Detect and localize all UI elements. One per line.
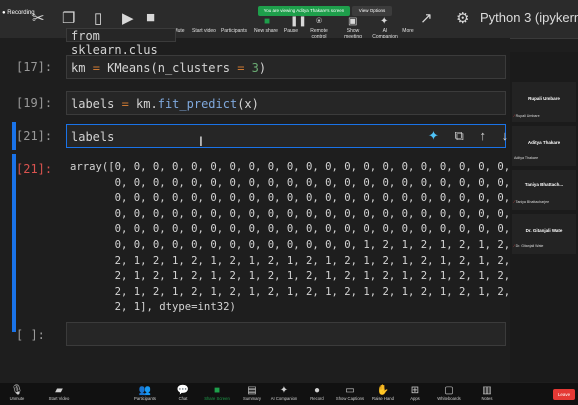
cell-prompt: [17]: xyxy=(16,60,53,74)
output-collapse-bar[interactable] xyxy=(12,154,16,332)
mic-off-icon: ⁄ xyxy=(514,244,515,248)
output-prompt: [21]: xyxy=(16,162,53,176)
raise-hand-icon: ✋ xyxy=(376,385,390,396)
duplicate-cell-icon[interactable]: ⧉ xyxy=(455,128,464,143)
video-off-icon: ▰ xyxy=(55,385,63,396)
text-cursor-icon: I xyxy=(199,133,203,149)
cell-prompt: [21]: xyxy=(16,129,53,143)
chat-button[interactable]: 💬 Chat xyxy=(172,385,194,401)
share-banner: You are viewing Aditya Thakare's screen xyxy=(258,6,350,16)
gear-icon[interactable]: ⚙ xyxy=(456,9,469,27)
cell-output: array([0, 0, 0, 0, 0, 0, 0, 0, 0, 0, 0, … xyxy=(70,161,529,314)
ai-icon: ✦ xyxy=(380,16,389,27)
pause-share-button[interactable]: Pause xyxy=(282,28,300,34)
summary-button[interactable]: ▤ Summary xyxy=(238,385,266,401)
screen: ✂ ❐ ▯ ▶ ■ ↗ ⚙ Python 3 (ipykernel) ● Rec… xyxy=(0,0,578,405)
participant-tile[interactable]: Taniya Bhattach... ⁄ Taniya Bhattacharje… xyxy=(512,170,576,210)
participants-icon: 👥 xyxy=(138,385,152,396)
new-share-button[interactable]: New share xyxy=(254,28,278,34)
view-options-button[interactable]: View Options xyxy=(352,6,392,16)
remote-icon: ⍟ xyxy=(316,16,322,27)
apps-button[interactable]: ⊞ Apps xyxy=(404,385,426,401)
pause-icon: ❚❚ xyxy=(290,16,307,27)
cell-prompt: [19]: xyxy=(16,96,53,110)
summary-icon: ▤ xyxy=(247,385,257,396)
record-button[interactable]: ● Record xyxy=(304,385,330,401)
start-video-button[interactable]: ▰ Start Video xyxy=(44,385,74,401)
participants-panel: Rupali Umbare ⁄ Rupali Umbare Aditya Tha… xyxy=(510,52,578,382)
share-screen-icon: ■ xyxy=(213,385,221,396)
ai-sparkle-icon[interactable]: ✦ xyxy=(428,128,439,143)
record-icon: ● xyxy=(313,385,321,396)
mic-off-icon: ⁄ xyxy=(514,114,515,118)
leave-button[interactable]: Leave xyxy=(553,389,575,400)
mic-off-icon: 🎙 xyxy=(10,385,24,396)
kernel-name[interactable]: Python 3 (ipykernel) xyxy=(480,10,578,25)
start-video-button[interactable]: Start video xyxy=(192,28,216,34)
participants-button[interactable]: 👥 Participants xyxy=(130,385,160,401)
code-cell-input-partial[interactable]: from sklearn.clus xyxy=(66,28,176,57)
participant-tile[interactable]: Aditya Thakare Aditya Thakare xyxy=(512,126,576,166)
participants-button[interactable]: Participants xyxy=(220,28,248,34)
ai-companion-icon: ✦ xyxy=(279,385,289,396)
meeting-icon: ▣ xyxy=(348,16,358,27)
move-down-icon[interactable]: ↓ xyxy=(502,128,509,143)
more-button[interactable]: More xyxy=(400,28,416,34)
unmute-button[interactable]: 🎙 Unmute xyxy=(4,385,30,401)
notebook-area: from sklearn.clus [17]: km = KMeans(n_cl… xyxy=(0,28,529,383)
participant-tile[interactable]: Dr. Gitanjali Wate ⁄ Dr. Gitanjali Wate xyxy=(512,214,576,254)
move-up-icon[interactable]: ↑ xyxy=(479,128,486,143)
raise-hand-button[interactable]: ✋ Raise Hand xyxy=(368,385,398,401)
cell-prompt: [ ]: xyxy=(16,328,45,342)
ai-companion-button[interactable]: ✦ AI Companion xyxy=(266,385,302,401)
chat-icon: 💬 xyxy=(176,385,190,396)
share-screen-button[interactable]: ■ Share Screen xyxy=(202,385,232,401)
empty-code-cell[interactable] xyxy=(66,322,506,346)
zoom-meeting-controls: 🎙 Unmute ▰ Start Video 👥 Participants 💬 Chat… xyxy=(0,383,578,405)
notes-icon: ▥ xyxy=(482,385,492,396)
whiteboards-button[interactable]: ▢ Whiteboards xyxy=(432,385,466,401)
participant-tile[interactable]: Rupali Umbare ⁄ Rupali Umbare xyxy=(512,82,576,122)
cell-toolbar: ✦ ⧉ ↑ ↓ xyxy=(428,128,508,144)
code-cell-input[interactable]: km = KMeans(n_clusters = 3) xyxy=(66,55,506,79)
open-in-new-icon[interactable]: ↗ xyxy=(420,9,433,27)
mic-off-icon: ⁄ xyxy=(514,200,515,204)
whiteboard-icon: ▢ xyxy=(444,385,454,396)
share-icon: ■ xyxy=(264,16,271,27)
show-captions-button[interactable]: ▭ Show Captions xyxy=(332,385,368,401)
apps-icon: ⊞ xyxy=(410,385,420,396)
recording-indicator: ● Recording xyxy=(2,10,35,16)
code-cell-input[interactable]: labels = km.fit_predict(x) xyxy=(66,91,506,115)
captions-icon: ▭ xyxy=(345,385,355,396)
notes-button[interactable]: ▥ Notes xyxy=(474,385,500,401)
